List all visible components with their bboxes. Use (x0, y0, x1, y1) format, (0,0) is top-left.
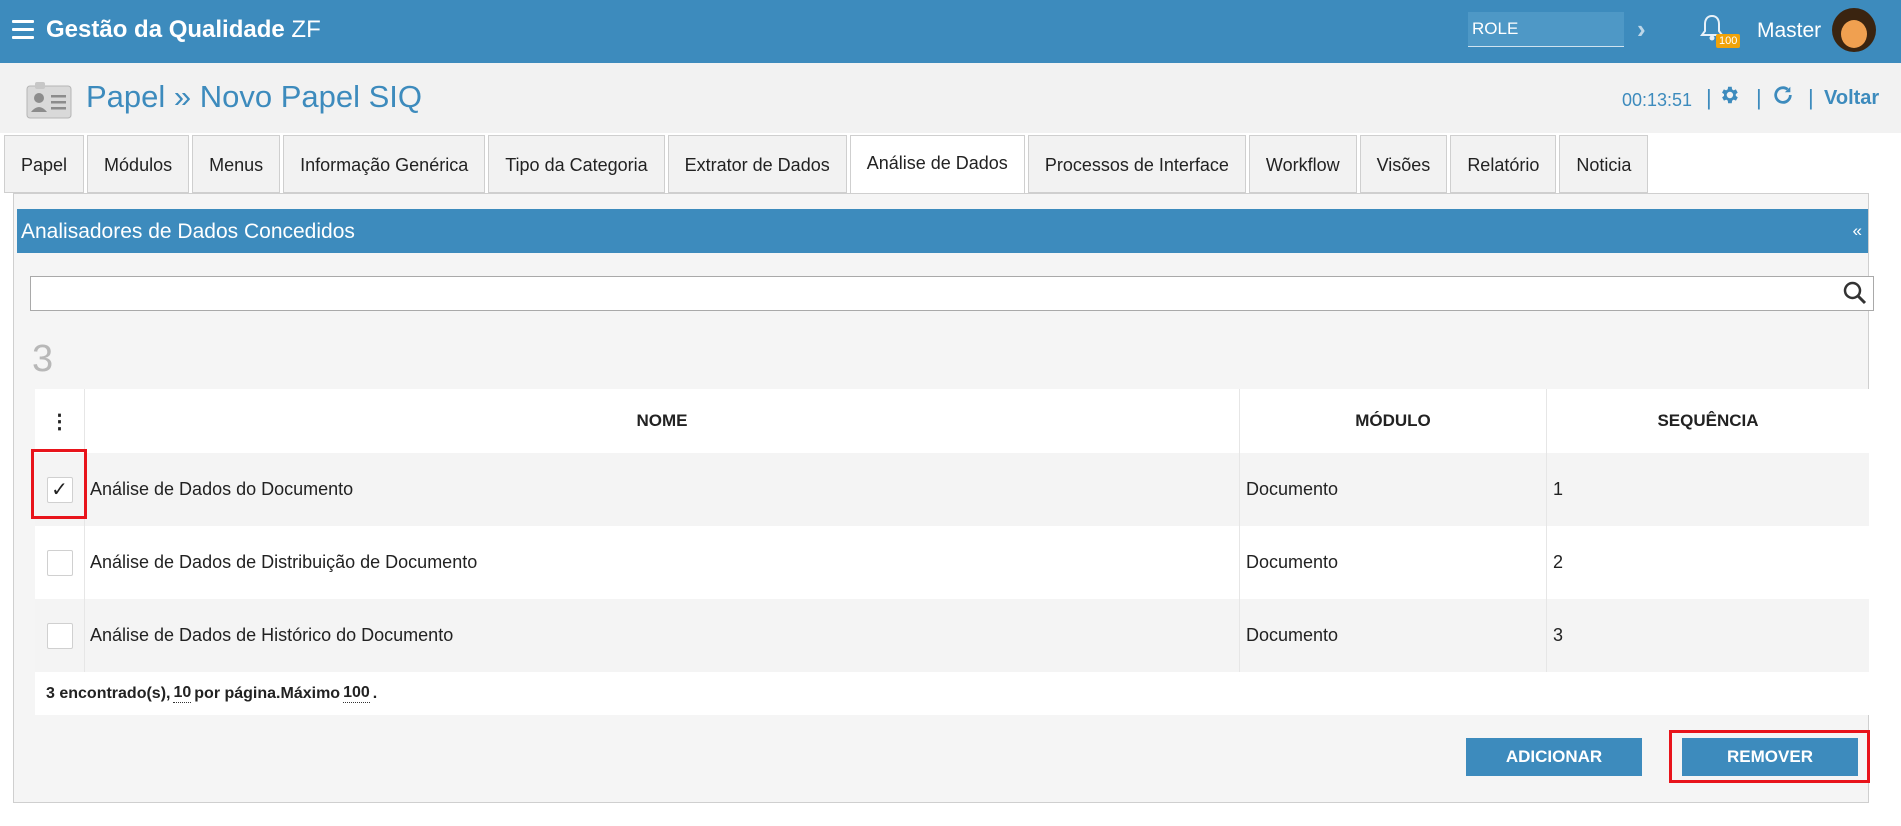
footer-end: . (372, 684, 378, 702)
panel-title: Analisadores de Dados Concedidos (21, 220, 355, 243)
separator: | (1706, 85, 1712, 110)
result-count: 3 (32, 338, 54, 380)
avatar[interactable] (1832, 8, 1876, 52)
search-input[interactable] (30, 276, 1874, 311)
cell-nome: Análise de Dados de Distribuição de Docu… (85, 526, 1240, 599)
role-input[interactable] (1468, 12, 1624, 47)
tab-extrator-de-dados[interactable]: Extrator de Dados (667, 135, 847, 193)
table-footer: 3 encontrado(s), 10 por página.Máximo 10… (35, 672, 1869, 715)
add-button[interactable]: ADICIONAR (1466, 738, 1642, 776)
table-row[interactable]: Análise de Dados de Distribuição de Docu… (35, 526, 1869, 599)
tab-workflow[interactable]: Workflow (1248, 135, 1357, 193)
tab-noticia[interactable]: Noticia (1559, 135, 1649, 193)
collapse-icon[interactable]: « (1853, 221, 1862, 241)
cell-sequencia: 1 (1553, 479, 1564, 499)
pagination-info: 3 encontrado(s), 10 por página.Máximo 10… (35, 672, 377, 715)
panel-header[interactable]: Analisadores de Dados Concedidos « (17, 209, 1868, 253)
separator: | (1808, 85, 1814, 110)
session-timer: 00:13:51 (1622, 90, 1693, 110)
tab-modulos[interactable]: Módulos (87, 135, 190, 193)
cell-nome: Análise de Dados do Documento (85, 453, 1240, 526)
column-menu-icon[interactable]: ⋮ (35, 389, 85, 453)
tab-papel[interactable]: Papel (4, 135, 85, 193)
table-row[interactable]: Análise de Dados de Histórico do Documen… (35, 599, 1869, 672)
row-checkbox[interactable] (46, 549, 73, 576)
app-title: Gestão da Qualidade ZF (46, 16, 321, 44)
column-header-nome[interactable]: NOME (85, 389, 1240, 453)
app-title-suffix: ZF (291, 16, 321, 43)
cell-sequencia: 2 (1553, 552, 1564, 572)
app-title-bold: Gestão da Qualidade (46, 16, 285, 43)
cell-modulo: Documento (1240, 526, 1547, 599)
row-select-cell (35, 526, 85, 599)
row-checkbox[interactable] (46, 622, 73, 649)
max-value[interactable]: 100 (343, 684, 370, 703)
page-header: Papel » Novo Papel SIQ 00:13:51 | | | Vo… (0, 63, 1901, 133)
chevron-right-icon[interactable]: › (1637, 14, 1646, 45)
row-select-cell (35, 599, 85, 672)
column-header-modulo[interactable]: MÓDULO (1240, 389, 1547, 453)
back-link[interactable]: Voltar (1824, 87, 1879, 110)
per-page-label: por página.Máximo (194, 684, 341, 702)
tab-bar: Papel Módulos Menus Informação Genérica … (4, 135, 1651, 195)
menu-icon[interactable] (12, 20, 34, 40)
id-card-icon (25, 80, 73, 127)
cell-modulo: Documento (1240, 453, 1547, 526)
tab-visoes[interactable]: Visões (1359, 135, 1448, 193)
found-count-text: 3 encontrado(s), (46, 684, 171, 702)
user-name[interactable]: Master (1757, 19, 1821, 43)
tab-relatorio[interactable]: Relatório (1450, 135, 1557, 193)
separator: | (1756, 85, 1762, 110)
table-row[interactable]: ✓ Análise de Dados do Documento Document… (35, 453, 1869, 526)
tab-processos-de-interface[interactable]: Processos de Interface (1027, 135, 1246, 193)
tab-informacao-generica[interactable]: Informação Genérica (283, 135, 486, 193)
content-panel: Analisadores de Dados Concedidos « 3 ⋮ N… (13, 193, 1874, 803)
per-page-value[interactable]: 10 (173, 684, 192, 703)
cell-nome: Análise de Dados de Histórico do Documen… (85, 599, 1240, 672)
tab-tipo-da-categoria[interactable]: Tipo da Categoria (488, 135, 665, 193)
refresh-icon[interactable] (1772, 84, 1794, 111)
cell-sequencia: 3 (1553, 625, 1564, 645)
search-icon[interactable] (1842, 280, 1867, 311)
cell-modulo: Documento (1240, 599, 1547, 672)
highlight-box (31, 449, 87, 519)
page-title: Papel » Novo Papel SIQ (86, 79, 423, 114)
notification-badge: 100 (1716, 34, 1741, 48)
top-bar: Gestão da Qualidade ZF › 100 Master (0, 0, 1901, 63)
highlight-box (1669, 730, 1870, 783)
gear-icon[interactable] (1718, 84, 1740, 111)
column-header-sequencia[interactable]: SEQUÊNCIA (1547, 389, 1869, 453)
tab-analise-de-dados[interactable]: Análise de Dados (849, 135, 1025, 195)
table-header: ⋮ NOME MÓDULO SEQUÊNCIA (35, 389, 1869, 453)
tab-menus[interactable]: Menus (192, 135, 281, 193)
